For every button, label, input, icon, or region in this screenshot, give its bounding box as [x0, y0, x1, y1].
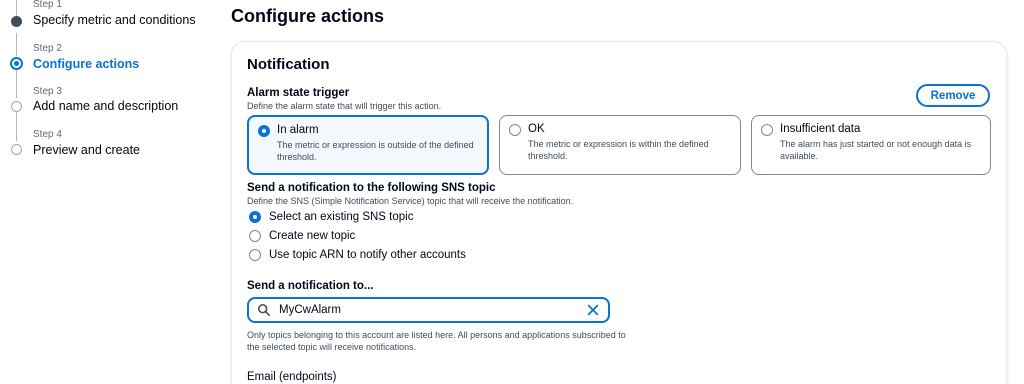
radio-selected-icon[interactable]: [249, 211, 261, 223]
clear-icon[interactable]: [586, 303, 600, 317]
alarm-state-ok-tile[interactable]: OK The metric or expression is within th…: [499, 115, 741, 175]
alarm-state-trigger-description: Define the alarm state that will trigger…: [247, 101, 442, 111]
step-current-dot-icon: [10, 57, 23, 70]
tile-label: OK: [528, 123, 545, 135]
sns-option-create-new[interactable]: Create new topic: [249, 230, 355, 242]
notification-heading: Notification: [247, 56, 330, 73]
step-number: Step 3: [33, 86, 62, 97]
alarm-state-in-alarm-tile[interactable]: In alarm The metric or expression is out…: [247, 115, 489, 175]
alarm-state-trigger-title: Alarm state trigger: [247, 87, 350, 99]
tile-description: The alarm has just started or not enough…: [780, 139, 972, 161]
email-endpoints-label: Email (endpoints): [247, 371, 337, 383]
step-pending-dot-icon: [11, 101, 22, 112]
step-connector: [16, 70, 17, 98]
option-label: Create new topic: [269, 230, 356, 242]
radio-unselected-icon[interactable]: [761, 124, 773, 136]
step-status-dot-icon: [11, 16, 22, 27]
sns-topic-description: Define the SNS (Simple Notification Serv…: [247, 196, 574, 206]
step-title: Add name and description: [33, 99, 179, 113]
search-value[interactable]: MyCwAlarm: [279, 304, 341, 316]
remove-button[interactable]: Remove: [916, 84, 990, 107]
step-title[interactable]: Specify metric and conditions: [33, 13, 196, 27]
step-number: Step 1: [33, 0, 62, 10]
radio-unselected-icon[interactable]: [249, 249, 261, 261]
tile-description: The metric or expression is within the d…: [528, 139, 709, 161]
step-connector: [16, 33, 17, 56]
step-number: Step 4: [33, 129, 62, 140]
step-connector: [16, 111, 17, 141]
tile-description: The metric or expression is outside of t…: [277, 140, 474, 162]
wizard-steps: Step 1 Specify metric and conditions Ste…: [8, 0, 223, 384]
sns-topic-search-input[interactable]: MyCwAlarm: [247, 297, 610, 323]
sns-topic-title: Send a notification to the following SNS…: [247, 182, 496, 194]
radio-unselected-icon[interactable]: [249, 230, 261, 242]
radio-unselected-icon[interactable]: [509, 124, 521, 136]
sns-option-topic-arn[interactable]: Use topic ARN to notify other accounts: [249, 249, 466, 261]
sns-option-existing[interactable]: Select an existing SNS topic: [249, 211, 413, 223]
alarm-state-insufficient-data-tile[interactable]: Insufficient data The alarm has just sta…: [751, 115, 991, 175]
tile-label: Insufficient data: [780, 123, 861, 135]
page-title: Configure actions: [231, 6, 385, 26]
option-label: Select an existing SNS topic: [269, 211, 414, 223]
step-pending-dot-icon: [11, 144, 22, 155]
sns-topic-hint: Only topics belonging to this account ar…: [247, 330, 626, 352]
step-title: Configure actions: [33, 57, 140, 71]
tile-label: In alarm: [277, 124, 319, 136]
send-notification-to-title: Send a notification to...: [247, 280, 374, 292]
radio-selected-icon[interactable]: [258, 125, 270, 137]
step-number: Step 2: [33, 43, 62, 54]
step-title: Preview and create: [33, 143, 141, 157]
option-label: Use topic ARN to notify other accounts: [269, 249, 466, 261]
search-icon: [257, 303, 271, 317]
